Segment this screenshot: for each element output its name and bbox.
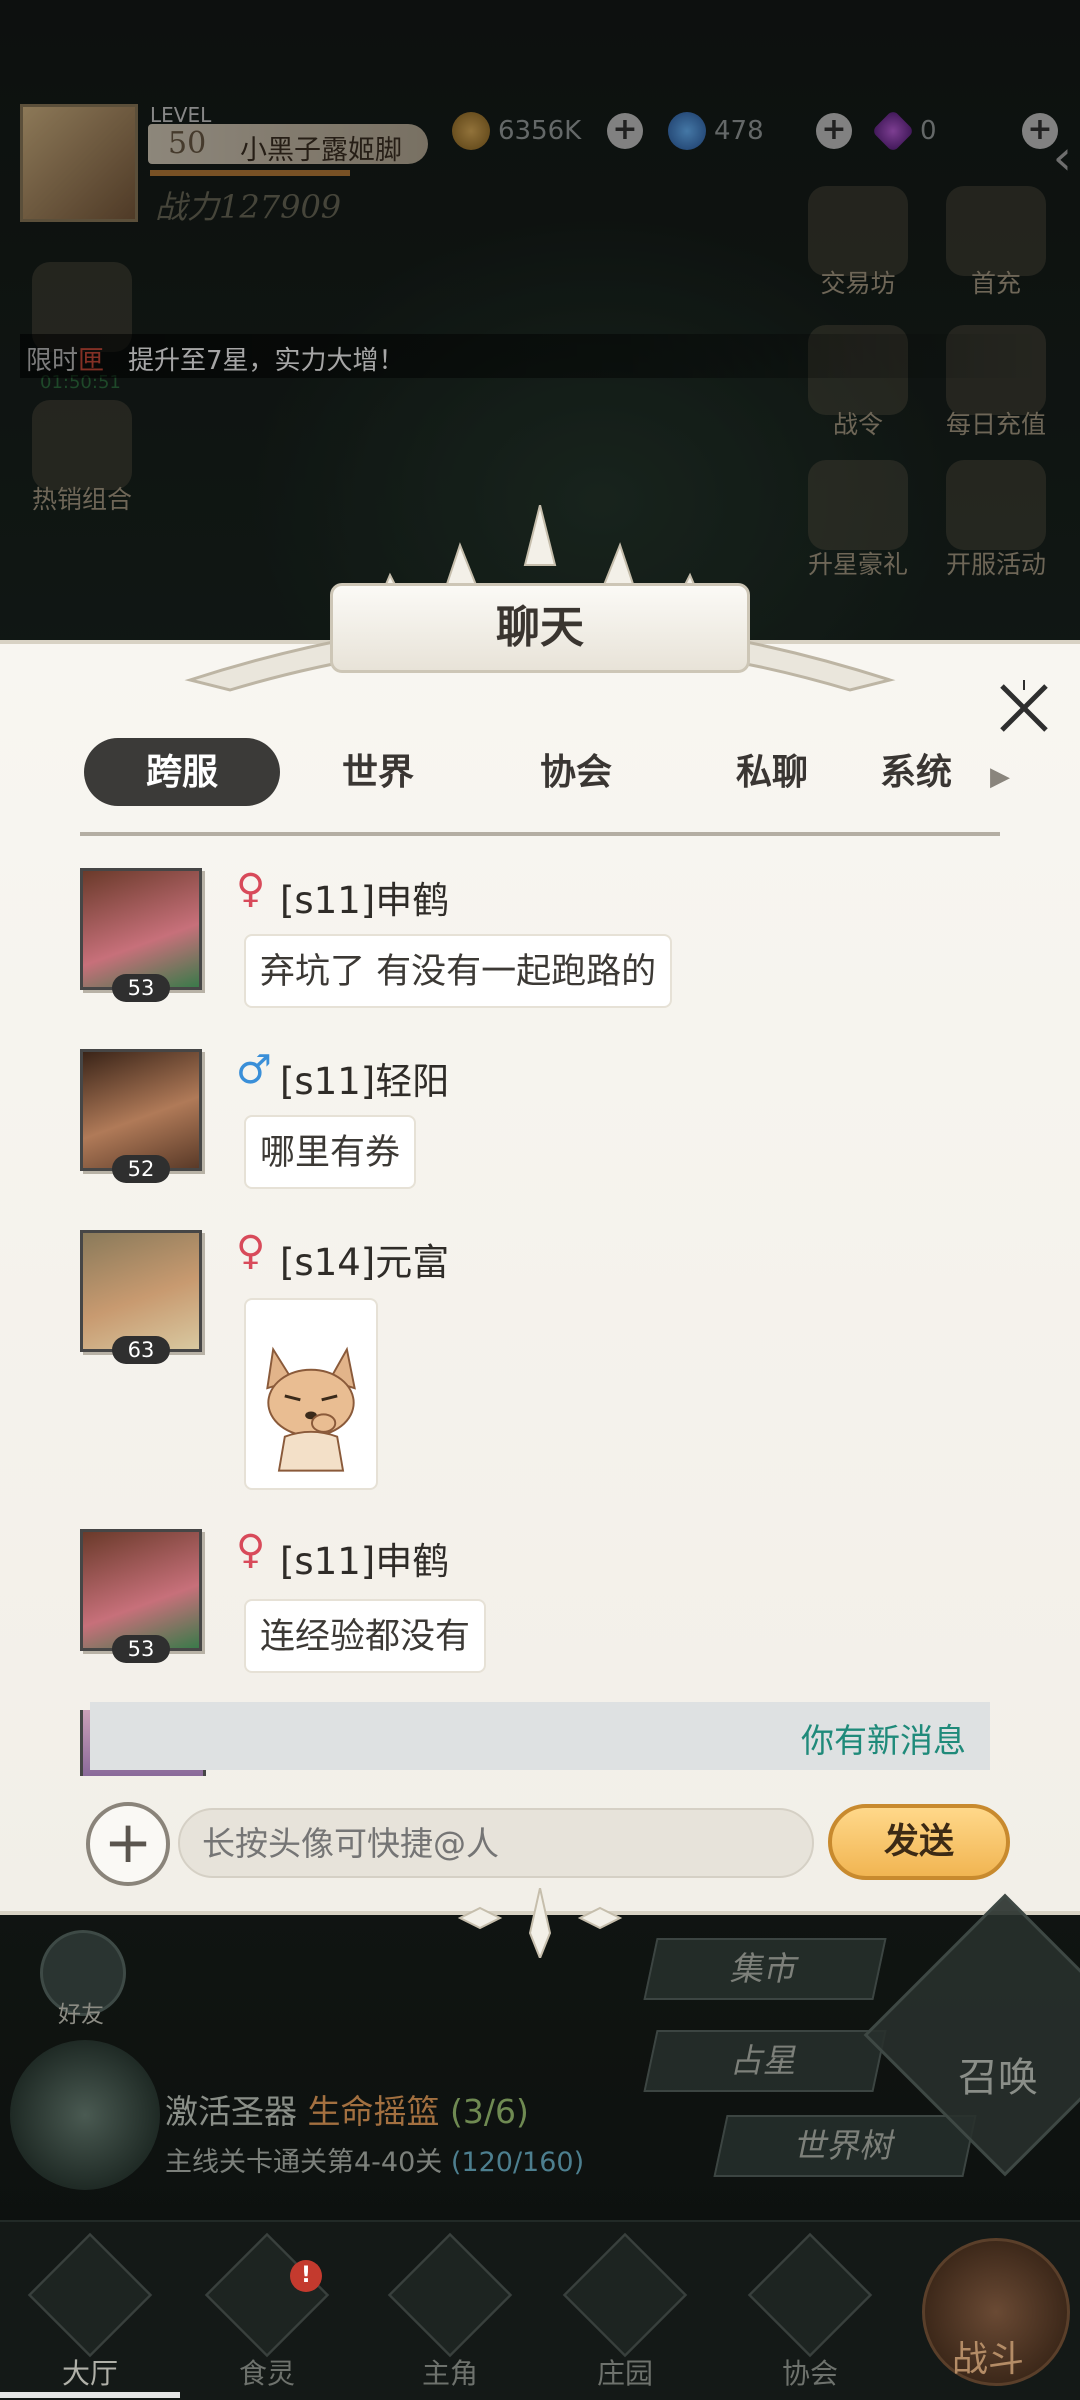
message-sender: [s11]申鹤 — [280, 1540, 450, 1583]
message-sender: [s11]申鹤 — [280, 879, 450, 922]
message-avatar[interactable] — [80, 1049, 202, 1171]
tab-private[interactable]: 私聊 — [674, 738, 870, 806]
notification-badge: ! — [290, 2260, 322, 2292]
add-attachment-button[interactable]: + — [86, 1802, 170, 1886]
market-button[interactable]: 集市 — [643, 1938, 887, 2000]
nav-hero[interactable]: 主角 — [385, 2232, 515, 2390]
nav-manor-label: 庄园 — [596, 2357, 653, 2390]
send-button[interactable]: 发送 — [828, 1804, 1010, 1880]
panel-bottom-ornament — [457, 1888, 623, 1958]
quest1-count: (3/6) — [450, 2092, 529, 2131]
house-icon — [562, 2232, 688, 2358]
female-icon: ♀ — [236, 1527, 266, 1573]
avatar-level-badge: 52 — [112, 1155, 170, 1183]
message-bubble: 哪里有券 — [244, 1115, 417, 1189]
chat-input[interactable] — [178, 1808, 814, 1878]
message-sender: [s11]轻阳 — [280, 1060, 450, 1103]
new-message-text: 你有新消息 — [801, 1721, 966, 1760]
astrology-button[interactable]: 占星 — [643, 2030, 887, 2092]
nav-hall[interactable]: 大厅 — [25, 2232, 155, 2390]
nav-manor[interactable]: 庄园 — [560, 2232, 690, 2390]
male-icon: ♂ — [236, 1047, 272, 1093]
summon-label: 召唤 — [958, 2055, 1038, 2101]
nav-guild-label: 协会 — [781, 2357, 838, 2390]
nav-hero-label: 主角 — [421, 2357, 478, 2390]
message-avatar[interactable] — [80, 1529, 202, 1651]
message-bubble: 弃坑了 有没有一起跑路的 — [244, 934, 673, 1008]
message-avatar[interactable] — [80, 1230, 202, 1352]
quest-main-stage[interactable]: 主线关卡通关第4-40关 (120/160) — [165, 2140, 584, 2179]
tabs-scroll-right-icon[interactable]: ▶ — [990, 762, 1010, 792]
quest-artifact[interactable]: 激活圣器 生命摇篮 (3/6) — [165, 2085, 529, 2133]
chat-title-banner: 聊天 — [330, 583, 750, 673]
quest1-prefix: 激活圣器 — [165, 2092, 297, 2131]
avatar-level-badge: 53 — [112, 1635, 170, 1663]
message-sender: [s14]元富 — [280, 1241, 450, 1284]
female-icon: ♀ — [236, 866, 266, 912]
tabs-divider — [80, 832, 1000, 836]
battle-label: 战斗 — [952, 2339, 1025, 2380]
quest1-highlight: 生命摇篮 — [307, 2092, 440, 2131]
message-avatar[interactable] — [80, 868, 202, 990]
home-indicator — [0, 2392, 180, 2398]
friends-label: 好友 — [58, 2002, 104, 2028]
guild-shield-icon — [747, 2232, 873, 2358]
world-tree-button[interactable]: 世界树 — [713, 2115, 977, 2177]
tab-system[interactable]: 系统 — [870, 738, 980, 806]
female-icon: ♀ — [236, 1228, 266, 1274]
tab-guild[interactable]: 协会 — [478, 738, 674, 806]
sticker-bubble — [244, 1298, 378, 1490]
close-icon[interactable] — [996, 680, 1052, 736]
tab-world[interactable]: 世界 — [280, 738, 476, 806]
spirit-icon — [204, 2232, 330, 2358]
nav-guild[interactable]: 协会 — [745, 2232, 875, 2390]
nav-spirits-label: 食灵 — [238, 2357, 295, 2390]
quest-artwork — [10, 2040, 160, 2190]
chat-tabs: 跨服 世界 协会 私聊 系统 — [84, 738, 1014, 808]
quest2-count: (120/160) — [450, 2147, 585, 2178]
helmet-icon — [387, 2232, 513, 2358]
avatar-level-badge: 63 — [112, 1336, 170, 1364]
avatar-level-badge: 53 — [112, 974, 170, 1002]
bottom-nav — [0, 2220, 1080, 2400]
new-message-bar[interactable]: 你有新消息 — [90, 1702, 990, 1770]
hall-icon — [27, 2232, 153, 2358]
fox-sticker-icon — [266, 1346, 356, 1472]
message-bubble: 连经验都没有 — [244, 1599, 487, 1673]
nav-hall-label: 大厅 — [61, 2357, 118, 2390]
tab-cross-server[interactable]: 跨服 — [84, 738, 280, 806]
chat-title: 聊天 — [496, 602, 584, 653]
quest2-text: 主线关卡通关第4-40关 — [165, 2147, 443, 2178]
